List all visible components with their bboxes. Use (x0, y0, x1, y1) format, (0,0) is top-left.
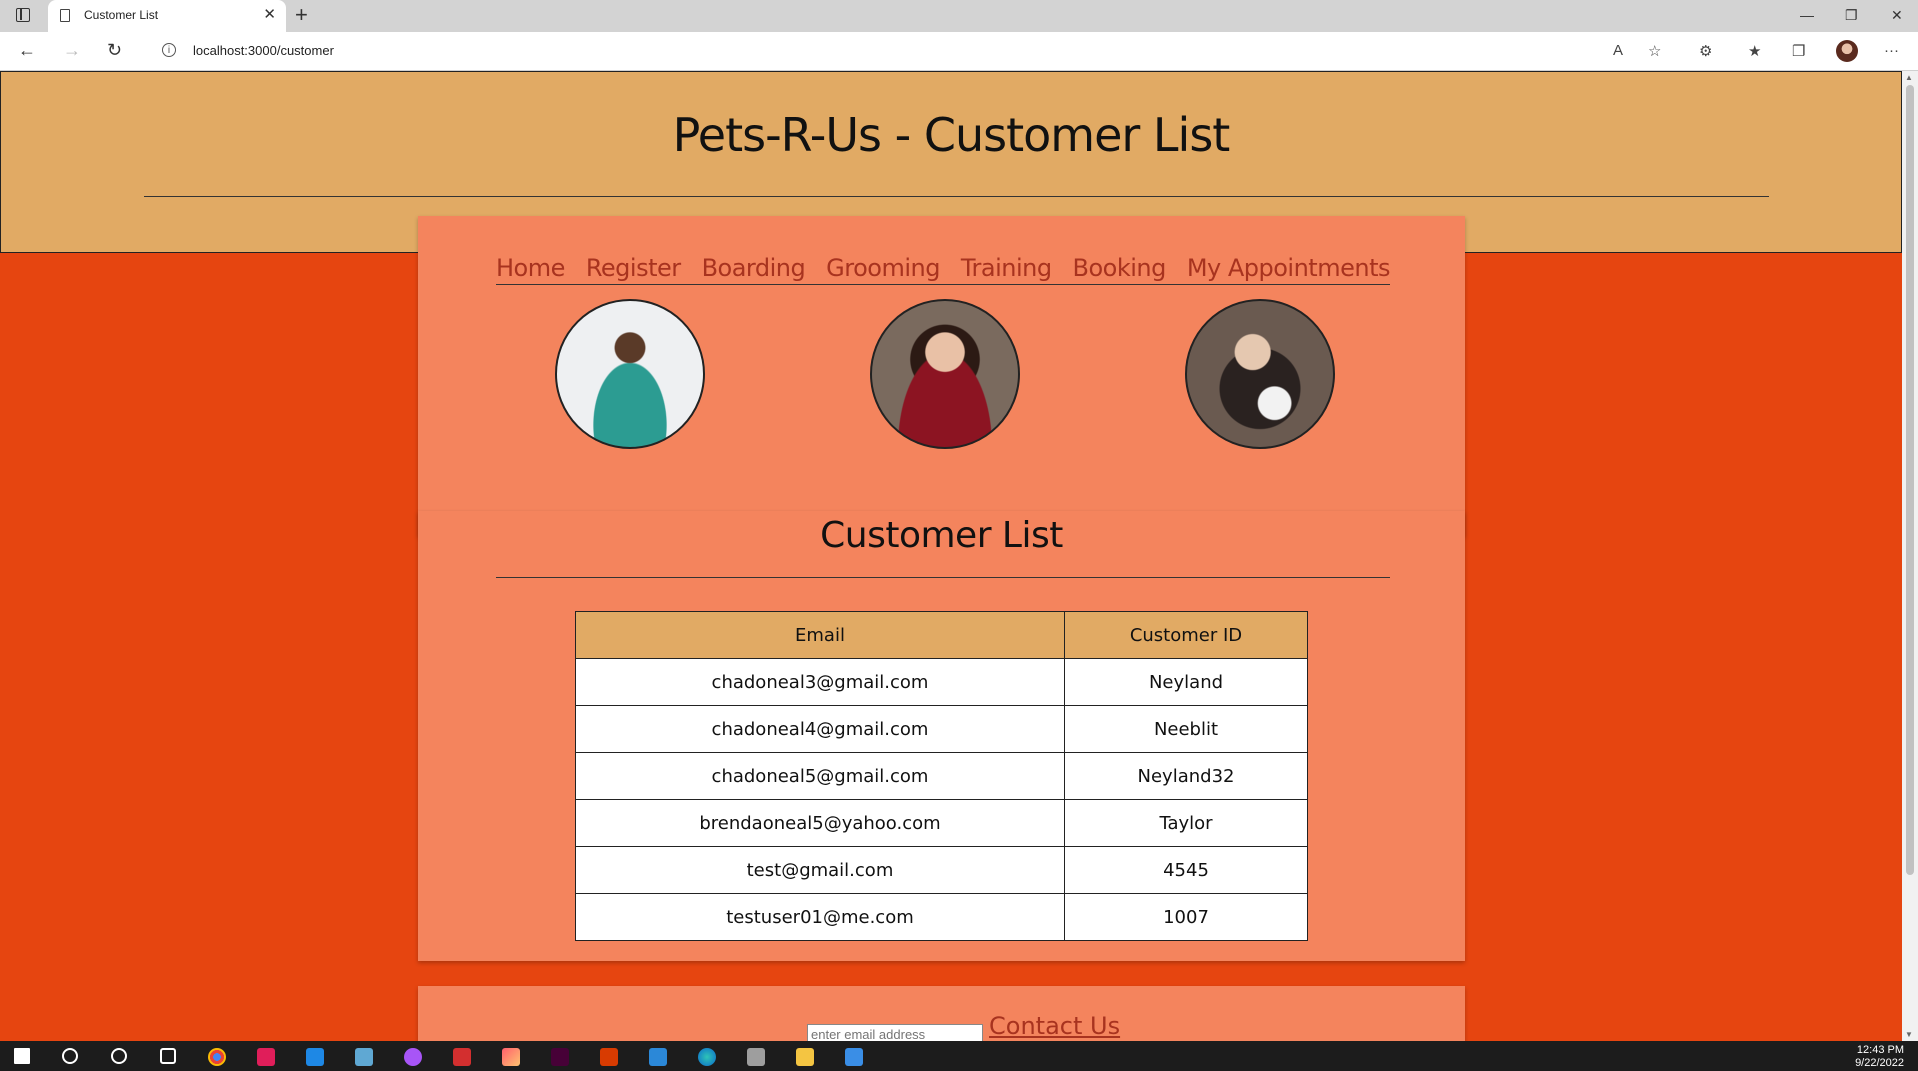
app-icon[interactable] (355, 1048, 373, 1066)
chrome-icon[interactable] (208, 1048, 226, 1066)
extensions-icon[interactable]: ⚙ (1699, 42, 1712, 60)
system-clock[interactable]: 12:43 PM 9/22/2022 (1855, 1044, 1904, 1070)
acrobat-icon[interactable] (453, 1048, 471, 1066)
restore-button[interactable]: ❐ (1845, 7, 1858, 24)
camera-icon[interactable] (747, 1048, 765, 1066)
header-divider (144, 196, 1769, 197)
nav-my-appointments-link[interactable]: My Appointments (1187, 252, 1391, 284)
customer-id-cell: Neeblit (1064, 705, 1308, 753)
creative-cloud-icon[interactable] (502, 1048, 520, 1066)
browser-tab[interactable]: Customer List ✕ (48, 0, 286, 32)
site-info-icon[interactable]: i (162, 43, 176, 57)
file-explorer-icon[interactable] (796, 1048, 814, 1066)
windows-start-icon[interactable] (14, 1048, 30, 1064)
browser-tab-bar: Customer List ✕ + — ❐ ✕ (0, 0, 1918, 32)
scroll-up-icon[interactable]: ▲ (1905, 73, 1913, 82)
section-divider (496, 577, 1390, 578)
search-icon[interactable] (62, 1048, 78, 1064)
mail-icon[interactable] (649, 1048, 667, 1066)
url-text[interactable]: localhost:3000/customer (193, 43, 334, 58)
scroll-down-icon[interactable]: ▼ (1905, 1030, 1913, 1039)
office-icon[interactable] (600, 1048, 618, 1066)
portrait-man-image (555, 299, 705, 449)
read-aloud-icon[interactable]: A (1613, 42, 1623, 59)
address-bar-row: ← → ↻ i localhost:3000/customer A ☆ ⚙ ★ … (0, 32, 1918, 71)
back-icon[interactable]: ← (18, 40, 36, 61)
nav-home-link[interactable]: Home (496, 252, 565, 284)
clock-date: 9/22/2022 (1855, 1057, 1904, 1069)
tab-actions-icon[interactable] (16, 8, 30, 22)
customer-id-cell: Neyland32 (1064, 752, 1308, 800)
column-header-email: Email (575, 611, 1065, 659)
email-cell: chadoneal4@gmail.com (575, 705, 1065, 753)
customer-id-cell: Neyland (1064, 658, 1308, 706)
minimize-button[interactable]: — (1800, 7, 1814, 23)
page-viewport: Pets-R-Us - Customer List Home Register … (0, 71, 1918, 1041)
column-header-customer-id: Customer ID (1064, 611, 1308, 659)
table-row: testuser01@me.com 1007 (575, 893, 1308, 941)
vscode-icon[interactable] (306, 1048, 324, 1066)
close-window-button[interactable]: ✕ (1891, 7, 1903, 24)
customer-id-cell: 4545 (1064, 846, 1308, 894)
table-header-row: Email Customer ID (575, 611, 1308, 659)
forward-icon[interactable]: → (63, 40, 81, 61)
email-cell: brendaoneal5@yahoo.com (575, 799, 1065, 847)
customer-table: Email Customer ID chadoneal3@gmail.com N… (575, 611, 1308, 941)
customer-id-cell: Taylor (1064, 799, 1308, 847)
email-cell: test@gmail.com (575, 846, 1065, 894)
task-view-icon[interactable] (160, 1048, 176, 1064)
clock-time: 12:43 PM (1856, 1044, 1904, 1056)
table-row: chadoneal4@gmail.com Neeblit (575, 705, 1308, 753)
customer-id-cell: 1007 (1064, 893, 1308, 941)
section-title: Customer List (820, 515, 1063, 556)
table-row: chadoneal3@gmail.com Neyland (575, 658, 1308, 706)
slack-icon[interactable] (257, 1048, 275, 1066)
nav-booking-link[interactable]: Booking (1073, 252, 1167, 284)
email-cell: testuser01@me.com (575, 893, 1065, 941)
profile-avatar[interactable] (1836, 40, 1858, 62)
scroll-thumb[interactable] (1906, 85, 1914, 875)
table-row: brendaoneal5@yahoo.com Taylor (575, 799, 1308, 847)
footer-card: Contact Us (418, 986, 1465, 1041)
email-cell: chadoneal5@gmail.com (575, 752, 1065, 800)
edge-icon[interactable] (698, 1048, 716, 1066)
table-row: test@gmail.com 4545 (575, 846, 1308, 894)
table-row: chadoneal5@gmail.com Neyland32 (575, 752, 1308, 800)
more-icon[interactable]: ··· (1884, 42, 1899, 59)
xd-icon[interactable] (551, 1048, 569, 1066)
page-scrollbar[interactable]: ▲ ▼ (1902, 71, 1918, 1041)
nav-training-link[interactable]: Training (961, 252, 1052, 284)
customer-list-card: Customer List Email Customer ID chadonea… (418, 511, 1465, 961)
url-field[interactable]: i localhost:3000/customer (146, 36, 1686, 66)
page-icon (60, 9, 70, 22)
refresh-icon[interactable]: ↻ (107, 40, 122, 61)
main-nav: Home Register Boarding Grooming Training… (496, 252, 1390, 285)
nav-card: Home Register Boarding Grooming Training… (418, 216, 1465, 536)
email-subscribe-input[interactable] (807, 1024, 983, 1041)
tab-title: Customer List (84, 8, 159, 22)
cortana-icon[interactable] (111, 1048, 127, 1064)
new-tab-button[interactable]: + (295, 3, 308, 27)
portrait-woman-dog-image (1185, 299, 1335, 449)
portrait-woman-red-image (870, 299, 1020, 449)
photos-icon[interactable] (845, 1048, 863, 1066)
nav-grooming-link[interactable]: Grooming (826, 252, 940, 284)
contact-us-link[interactable]: Contact Us (989, 1012, 1120, 1040)
github-icon[interactable] (404, 1048, 422, 1066)
page-title: Pets-R-Us - Customer List (672, 108, 1231, 162)
collections-icon[interactable]: ❐ (1792, 42, 1805, 60)
email-cell: chadoneal3@gmail.com (575, 658, 1065, 706)
favorites-icon[interactable]: ★ (1748, 42, 1761, 60)
windows-taskbar: 12:43 PM 9/22/2022 (0, 1041, 1918, 1071)
nav-boarding-link[interactable]: Boarding (702, 252, 806, 284)
tab-close-icon[interactable]: ✕ (263, 6, 276, 24)
nav-register-link[interactable]: Register (586, 252, 681, 284)
favorite-add-icon[interactable]: ☆ (1648, 42, 1661, 60)
